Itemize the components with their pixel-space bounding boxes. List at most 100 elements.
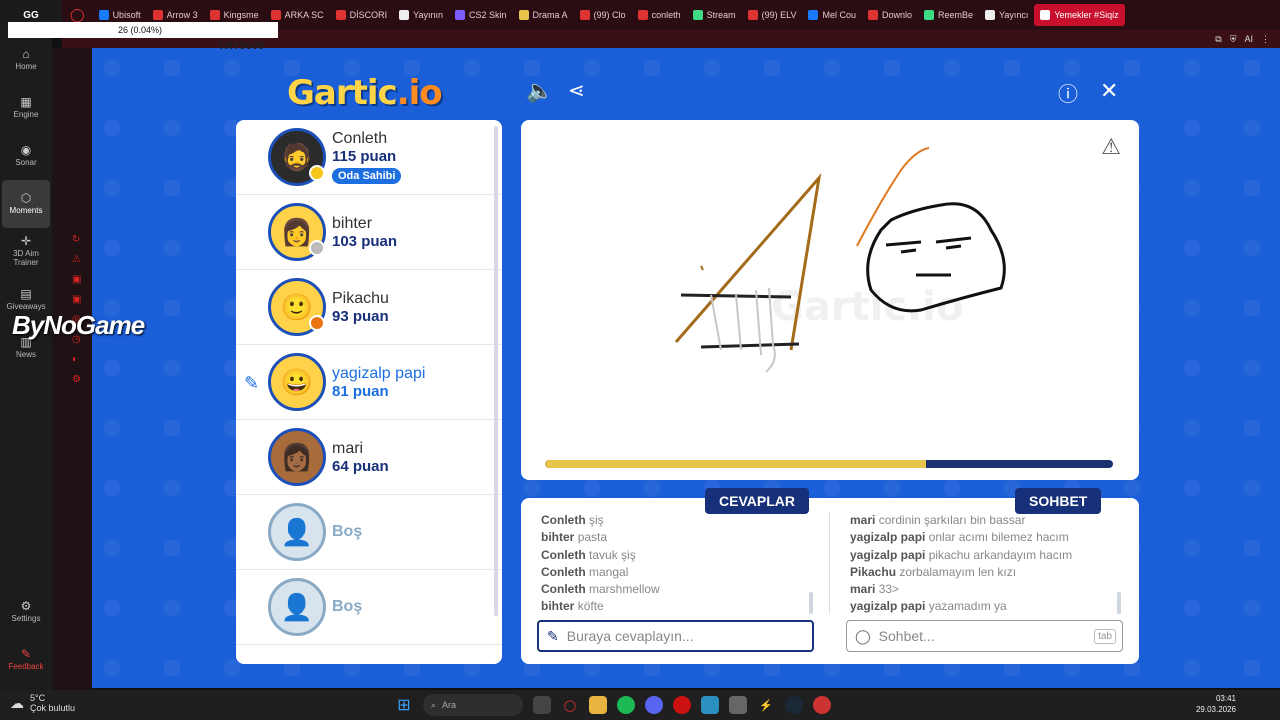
- browser-tab[interactable]: (99) ELV: [742, 4, 803, 26]
- tab-label: CS2 Skin: [469, 10, 507, 20]
- tool-icon[interactable]: ↻: [72, 234, 92, 245]
- answer-input[interactable]: ✎ Buraya cevaplayın...: [537, 620, 814, 652]
- answers-scrollbar[interactable]: [809, 592, 813, 614]
- tool-icon[interactable]: ⚠: [72, 254, 92, 265]
- player-row[interactable]: 👤 Boş: [236, 570, 502, 645]
- browser-tab[interactable]: Stream: [687, 4, 742, 26]
- chat-scrollbar[interactable]: [1117, 592, 1121, 614]
- message-row: Conleth marshmellow: [541, 581, 660, 598]
- sidebar-item-label: News: [15, 349, 36, 359]
- browser-tab[interactable]: conleth: [632, 4, 687, 26]
- bynogame-logo: ByNoGame: [12, 310, 145, 340]
- tab-favicon-icon: [399, 10, 410, 20]
- windows-start-icon[interactable]: ⊞: [395, 696, 413, 714]
- sonar-icon: ◉: [20, 142, 32, 157]
- player-score: 103 puan: [332, 232, 398, 250]
- players-panel: 🧔 Conleth 115 puan Oda Sahibi 👩 bihter 103 pua…: [236, 120, 502, 664]
- app-icon[interactable]: ⚡: [757, 696, 775, 714]
- player-info: mari 64 puan: [332, 440, 389, 475]
- player-row[interactable]: 🧔 Conleth 115 puan Oda Sahibi: [236, 120, 502, 195]
- player-row[interactable]: 🙂 Pikachu 93 puan: [236, 270, 502, 345]
- search-label: Ara: [442, 700, 457, 710]
- avatar: 👩🏾: [268, 428, 326, 486]
- app-icon[interactable]: [729, 696, 747, 714]
- browser-tab[interactable]: Yayının: [393, 4, 449, 26]
- browser-tab[interactable]: (99) Clo: [574, 4, 632, 26]
- player-row[interactable]: ✎ 😀 yagizalp papi 81 puan: [236, 345, 502, 420]
- player-list: 🧔 Conleth 115 puan Oda Sahibi 👩 bihter 103 pua…: [236, 120, 502, 645]
- aim-icon: ✛: [20, 234, 32, 248]
- tab-label: Kingsme: [223, 10, 259, 20]
- face-features: [885, 236, 972, 277]
- browser-tab[interactable]: ReemBe: [918, 4, 979, 26]
- tab-favicon-icon: [98, 10, 109, 20]
- player-row[interactable]: 👩 bihter 103 puan: [236, 195, 502, 270]
- browser-tab[interactable]: DİSCORI: [330, 4, 394, 26]
- shield-icon[interactable]: ⛨: [1230, 34, 1237, 45]
- opera-icon[interactable]: ◯: [70, 7, 85, 23]
- browser-tab[interactable]: Yemekler #Siqiz: [1034, 4, 1125, 26]
- extension-icon[interactable]: ⧉: [1215, 34, 1221, 45]
- sidebar-item-moments[interactable]: ⬡ Moments: [2, 180, 50, 228]
- taskbar-search[interactable]: ⌕ Ara: [423, 694, 523, 716]
- player-row[interactable]: 👩🏾 mari 64 puan: [236, 420, 502, 495]
- gartic-logo: Gartic.io: [287, 73, 443, 113]
- sidebar-item-feedback[interactable]: ✎ Feedback: [2, 636, 50, 684]
- player-row[interactable]: 👤 Boş: [236, 495, 502, 570]
- weather-widget[interactable]: ☁ 5°C Çok bulutlu: [10, 693, 75, 713]
- tab-answers[interactable]: CEVAPLAR: [705, 488, 809, 514]
- player-name: Pikachu: [332, 289, 389, 307]
- sidebar-item-sonar[interactable]: ◉ Sonar: [2, 132, 50, 180]
- app-icon[interactable]: [813, 696, 831, 714]
- player-info: Boş: [332, 598, 362, 616]
- message-text: 33>: [878, 582, 900, 597]
- close-icon[interactable]: ✕: [1100, 78, 1118, 104]
- tool-icon[interactable]: ⚙: [72, 374, 92, 385]
- player-name: yagizalp papi: [332, 364, 426, 382]
- browser-tab[interactable]: Yayıncı: [979, 4, 1034, 26]
- ai-label[interactable]: AI: [1244, 34, 1253, 44]
- gift-icon: ▤: [20, 286, 32, 301]
- panel-divider: [829, 512, 830, 614]
- player-info: Boş: [332, 523, 362, 541]
- opera-taskbar-icon[interactable]: ◯: [561, 696, 579, 714]
- share-icon[interactable]: ⋖: [568, 78, 585, 103]
- message-user: mari: [850, 582, 876, 597]
- sidebar-item-engine[interactable]: ▦ Engine: [2, 84, 50, 132]
- tool-icon[interactable]: ▣: [72, 274, 92, 285]
- menu-icon[interactable]: ⋮: [1261, 34, 1270, 45]
- folder-icon[interactable]: [589, 696, 607, 714]
- info-icon[interactable]: ⓘ: [1058, 78, 1078, 107]
- steam-icon[interactable]: [785, 696, 803, 714]
- sound-icon[interactable]: 🔈: [526, 78, 553, 104]
- avatar: 🙂: [268, 278, 326, 336]
- drawing-canvas[interactable]: ⚠ Gartic.io: [521, 120, 1139, 480]
- spotify-icon[interactable]: [617, 696, 635, 714]
- players-scrollbar[interactable]: [494, 126, 498, 616]
- tab-chat[interactable]: SOHBET: [1015, 488, 1102, 514]
- tool-icon[interactable]: ▣: [72, 294, 92, 305]
- message-text: köfte: [577, 599, 604, 614]
- tab-label: conleth: [651, 10, 681, 20]
- app-icon[interactable]: [673, 696, 691, 714]
- browser-tab[interactable]: Downlo: [862, 4, 918, 26]
- sidebar-item-settings[interactable]: ⚙ Settings: [2, 588, 50, 636]
- clock-date: 29.03.2026: [1195, 705, 1236, 714]
- sidebar-item-home[interactable]: ⌂ Home: [2, 36, 50, 84]
- browser-tab[interactable]: Mel Cou: [802, 4, 862, 26]
- taskview-icon[interactable]: [533, 696, 551, 714]
- app-icon[interactable]: [701, 696, 719, 714]
- status-badge: [309, 240, 325, 256]
- browser-tab[interactable]: Drama A: [513, 4, 574, 26]
- sidebar-item-label: Sonar: [15, 157, 37, 167]
- clock[interactable]: 03:41 29.03.2026: [1196, 693, 1236, 715]
- tool-icon[interactable]: ◐: [72, 354, 92, 365]
- sidebar-item-3d-aim-trainer[interactable]: ✛ 3D Aim Trainer: [2, 228, 50, 276]
- browser-tab[interactable]: CS2 Skin: [449, 4, 513, 26]
- tab-label: ReemBe: [938, 10, 974, 20]
- weather-desc: Çok bulutlu: [30, 703, 76, 713]
- discord-icon[interactable]: [645, 696, 663, 714]
- chat-input[interactable]: ◯ Sohbet... tab: [846, 620, 1123, 652]
- player-score: 115 puan: [332, 148, 397, 165]
- avatar: 🧔: [268, 128, 326, 186]
